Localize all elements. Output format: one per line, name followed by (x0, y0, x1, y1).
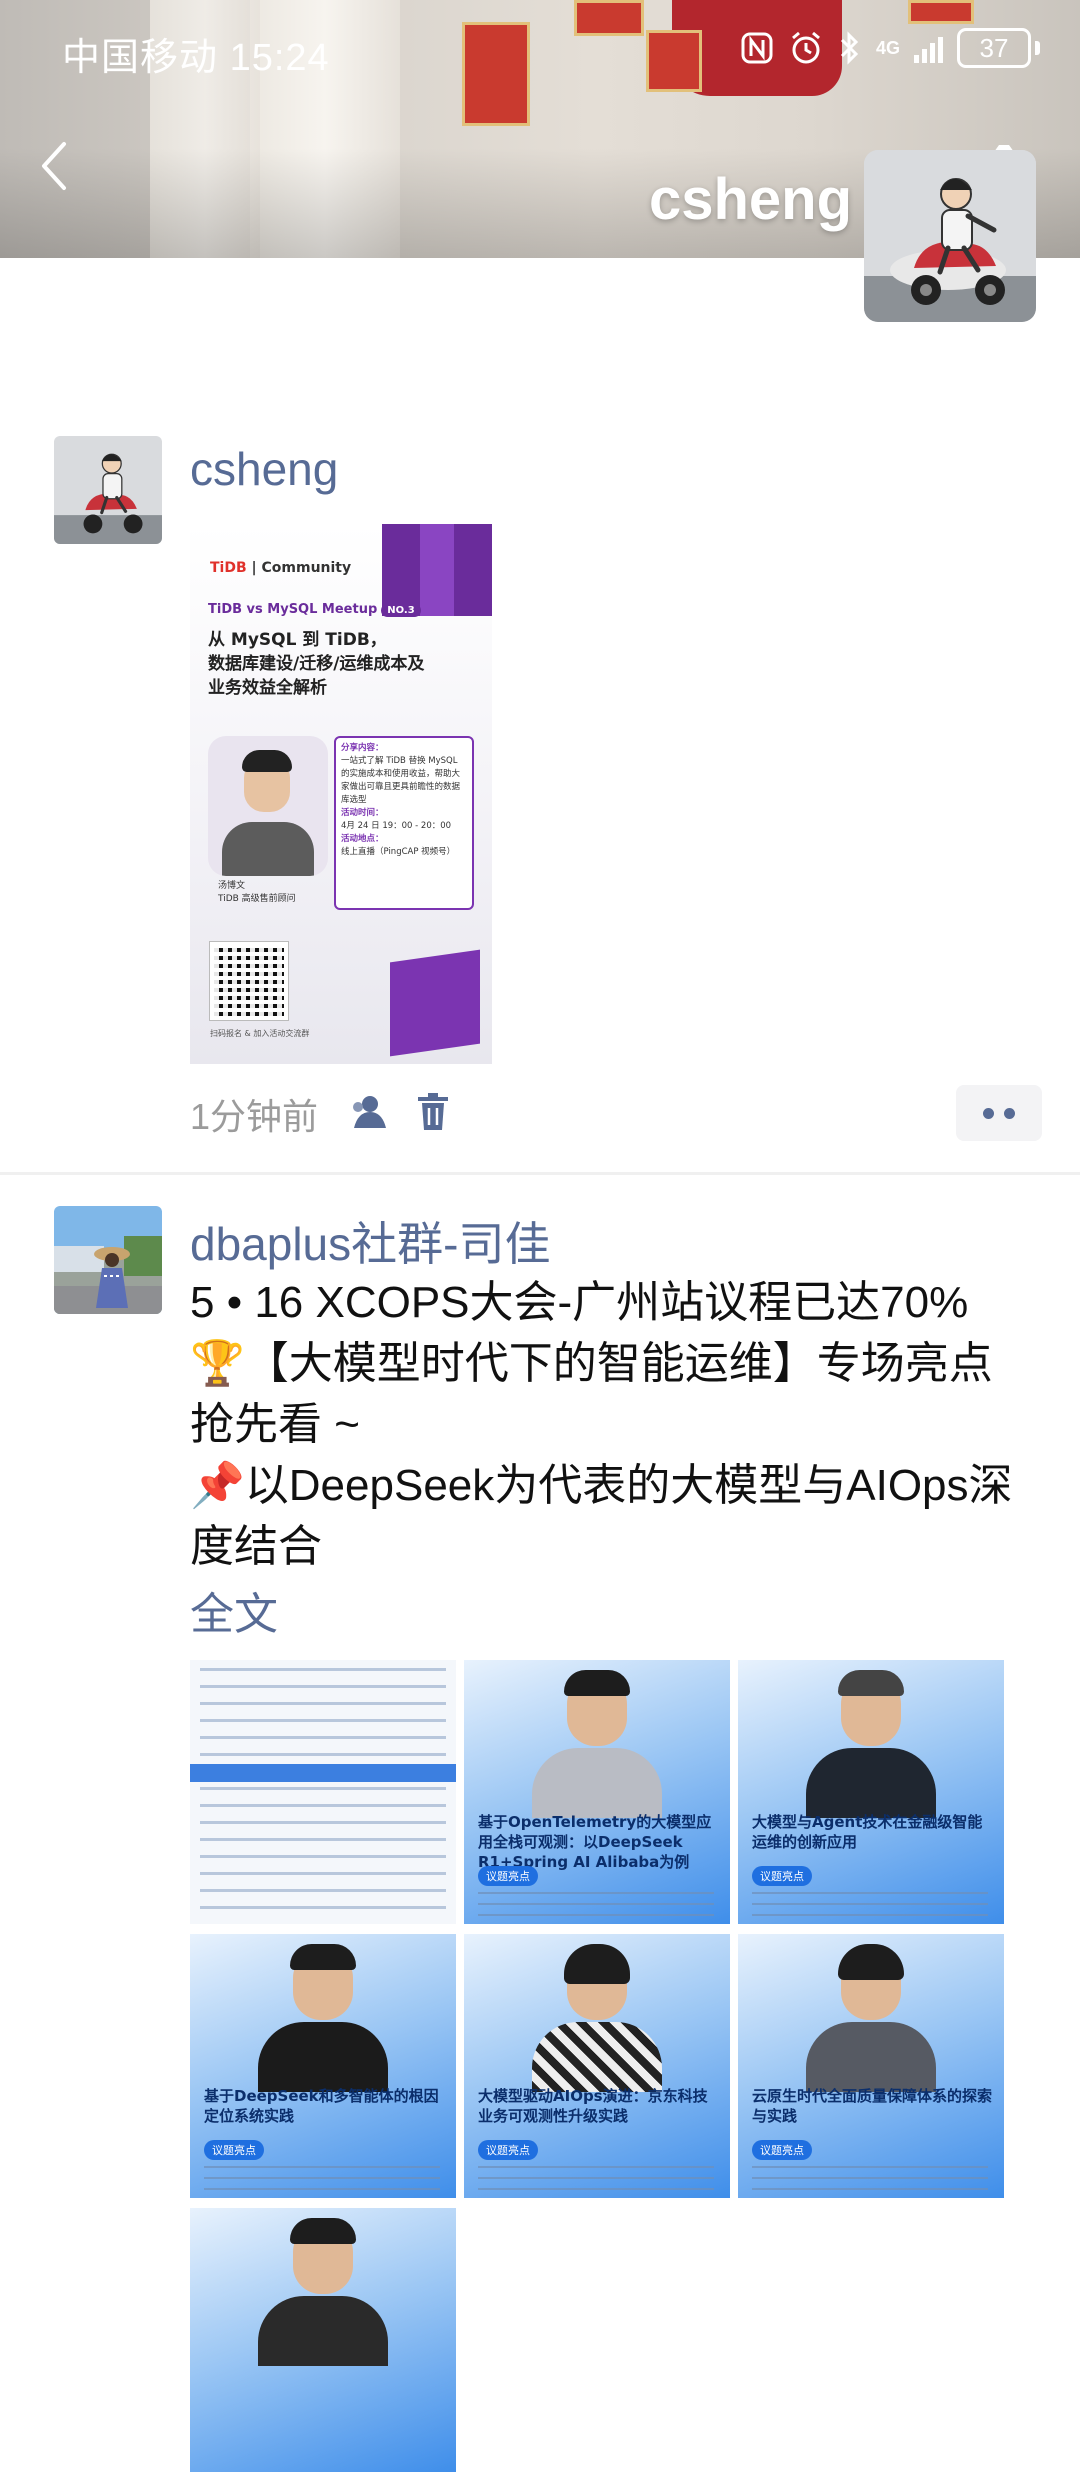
speaker-photo (524, 1944, 670, 2092)
image-tag: 议题亮点 (478, 2140, 538, 2160)
battery-icon: 37 (957, 28, 1031, 68)
network-type: 4G (875, 38, 900, 58)
time-label: 活动时间： (341, 808, 384, 818)
back-icon[interactable] (38, 140, 68, 192)
cover-username: csheng (648, 167, 852, 232)
speaker-name: 汤博文 (218, 881, 246, 891)
post-image[interactable]: 云原生时代全面质量保障体系的探索与实践 议题亮点 (738, 1934, 1004, 2198)
clock: 15:24 (229, 37, 330, 79)
post-timestamp: 1分钟前 (190, 1096, 319, 1137)
carrier-name: 中国移动 (62, 37, 219, 79)
bluetooth-icon (840, 31, 859, 65)
post-text-line: 抢先看 ~ (190, 1400, 360, 1449)
place-text: 线上直播（PingCAP 视频号） (341, 847, 456, 857)
decor-cube (390, 949, 480, 1057)
tidb-logo: TiDB | Community (210, 560, 351, 576)
profile-avatar[interactable] (864, 150, 1036, 322)
image-tag: 议题亮点 (478, 1866, 538, 1886)
post-author[interactable]: csheng (190, 442, 338, 496)
battery-level: 37 (979, 32, 1009, 63)
avatar-photo (54, 1206, 162, 1314)
more-icon[interactable] (956, 1085, 1042, 1141)
post-image[interactable] (190, 2208, 456, 2472)
headline-line: 从 MySQL 到 TiDB， (208, 630, 387, 650)
post-image[interactable]: TiDB | Community TiDB vs MySQL Meetup NO.… (190, 524, 492, 1064)
speaker-photo (250, 1944, 396, 2092)
delete-icon[interactable] (416, 1092, 450, 1132)
full-text-link[interactable]: 全文 (190, 1578, 278, 1642)
post-text-line: 📌以DeepSeek为代表的大模型与AIOps深 (190, 1461, 1013, 1510)
agenda-rows (200, 1668, 446, 1916)
meetup-name: TiDB vs MySQL Meetup (208, 602, 378, 617)
share-text: 一站式了解 TiDB 替换 MySQL 的实施成本和使用收益，帮助大家做出可靠且… (341, 756, 461, 805)
poster-headline: 从 MySQL 到 TiDB， 数据库建设/迁移/运维成本及 业务效益全解析 (208, 628, 488, 700)
speaker-photo (798, 1944, 944, 2092)
nfc-icon (741, 32, 773, 64)
post-divider (0, 1172, 1080, 1175)
privacy-icon[interactable] (348, 1094, 388, 1130)
image-text-lines (752, 2166, 988, 2196)
meetup-title: TiDB vs MySQL Meetup NO.3 (208, 602, 421, 617)
speaker-photo (798, 1670, 944, 1818)
headline-line: 数据库建设/迁移/运维成本及 (208, 654, 425, 674)
share-label: 分享内容： (341, 743, 384, 753)
alarm-icon (792, 31, 820, 64)
image-title: 基于OpenTelemetry的大模型应用全栈可观测：以DeepSeek R1+… (478, 1813, 712, 1871)
speaker-photo (208, 736, 328, 876)
post-image[interactable]: 大模型与Agent技术在金融级智能运维的创新应用 议题亮点 (738, 1660, 1004, 1924)
post-text: 5 • 16 XCOPS大会-广州站议程已达70% 🏆【大模型时代下的智能运维】… (190, 1272, 1050, 1577)
image-title: 基于DeepSeek和多智能体的根因定位系统实践 (204, 2087, 439, 2125)
post-image[interactable]: 大模型驱动AIOps演进：京东科技业务可观测性升级实践 议题亮点 (464, 1934, 730, 2198)
signal-icon (914, 33, 943, 63)
avatar-illustration (864, 150, 1036, 322)
speaker-title: TiDB 高级售前顾问 (218, 894, 296, 904)
battery-tip (1035, 41, 1040, 55)
post-text-line: 5 • 16 XCOPS大会-广州站议程已达70% (190, 1278, 969, 1327)
post-avatar[interactable] (54, 436, 162, 544)
image-title: 云原生时代全面质量保障体系的探索与实践 (752, 2087, 993, 2125)
image-tag: 议题亮点 (752, 2140, 812, 2160)
agenda-band (190, 1764, 456, 1782)
time-text: 4月 24 日 19：00 - 20：00 (341, 821, 452, 831)
tidb-logo-text: TiDB (210, 560, 247, 576)
post-image-grid: 基于OpenTelemetry的大模型应用全栈可观测：以DeepSeek R1+… (190, 1660, 1010, 2472)
post-avatar[interactable] (54, 1206, 162, 1314)
status-carrier-time: 中国移动 15:24 (62, 26, 330, 81)
post-image[interactable] (190, 1660, 456, 1924)
image-text-lines (204, 2166, 440, 2196)
image-tag: 议题亮点 (752, 1866, 812, 1886)
decor-cube (420, 524, 454, 616)
image-title: 大模型驱动AIOps演进：京东科技业务可观测性升级实践 (478, 2087, 708, 2125)
post-image[interactable]: 基于DeepSeek和多智能体的根因定位系统实践 议题亮点 (190, 1934, 456, 2198)
speaker-info: 汤博文 TiDB 高级售前顾问 (218, 880, 296, 906)
speaker-photo (524, 1670, 670, 1818)
image-text-lines (478, 1892, 714, 1922)
post-text-line: 🏆【大模型时代下的智能运维】专场亮点 (190, 1339, 993, 1388)
status-bar: 中国移动 15:24 4G 37 (0, 0, 1080, 100)
post-author[interactable]: dbaplus社群-司佳 (190, 1208, 550, 1274)
qr-code (209, 941, 289, 1021)
image-text-lines (752, 1892, 988, 1922)
status-icons: 4G 37 (740, 28, 1040, 68)
headline-line: 业务效益全解析 (208, 678, 327, 698)
post-image[interactable]: 基于OpenTelemetry的大模型应用全栈可观测：以DeepSeek R1+… (464, 1660, 730, 1924)
place-label: 活动地点： (341, 834, 384, 844)
scan-text: 扫码报名 & 加入活动交流群 (210, 1029, 310, 1038)
image-title: 大模型与Agent技术在金融级智能运维的创新应用 (752, 1813, 983, 1851)
avatar-illustration (54, 436, 162, 544)
image-text-lines (478, 2166, 714, 2196)
image-tag: 议题亮点 (204, 2140, 264, 2160)
event-info-box: 分享内容： 一站式了解 TiDB 替换 MySQL 的实施成本和使用收益，帮助大… (334, 736, 474, 910)
post-text-line: 度结合 (190, 1522, 322, 1571)
meetup-number: NO.3 (381, 604, 421, 617)
tidb-community-text: | Community (251, 560, 352, 576)
speaker-photo (250, 2218, 396, 2366)
